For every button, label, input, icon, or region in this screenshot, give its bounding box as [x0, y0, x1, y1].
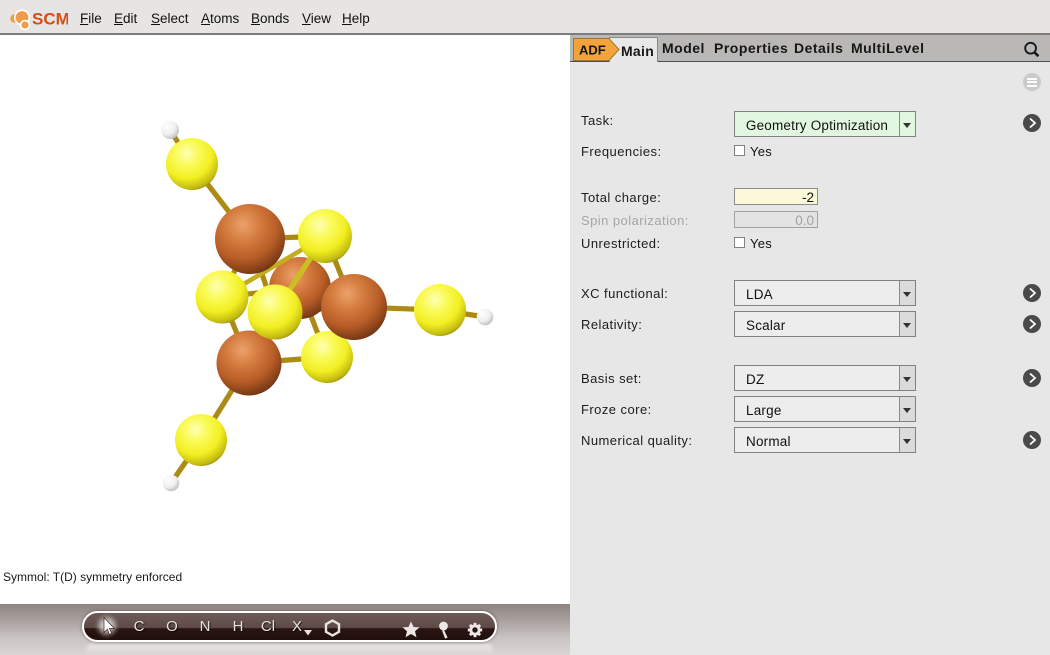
svg-text:SCM: SCM — [32, 10, 68, 29]
svg-text:ADF: ADF — [579, 43, 606, 58]
